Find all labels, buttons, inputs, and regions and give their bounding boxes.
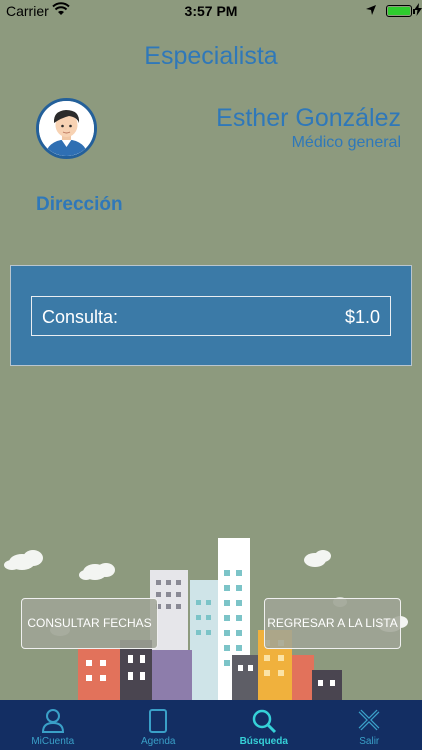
user-icon (41, 709, 64, 733)
location-arrow-icon (365, 3, 377, 19)
close-x-icon (358, 709, 380, 731)
battery-icon (386, 5, 412, 17)
consult-dates-button[interactable]: CONSULTAR FECHAS (21, 598, 158, 649)
search-icon (252, 709, 276, 734)
back-to-list-button[interactable]: REGRESAR A LA LISTA (264, 598, 401, 649)
tab-agenda[interactable]: Agenda (106, 700, 212, 750)
tab-bar: MiCuenta Agenda Búsqueda Salir (0, 700, 422, 750)
price-panel: Consulta: $1.0 (10, 265, 412, 366)
page-title: Especialista (144, 42, 278, 70)
tablet-icon (149, 709, 168, 733)
charging-bolt-icon (414, 3, 422, 19)
tab-busqueda[interactable]: Búsqueda (211, 700, 317, 750)
status-time: 3:57 PM (184, 3, 238, 19)
address-label: Dirección (36, 194, 123, 215)
tab-label-busqueda: Búsqueda (239, 736, 288, 747)
tab-label-salir: Salir (359, 736, 380, 747)
tab-salir[interactable]: Salir (317, 700, 422, 750)
avatar-person-icon (39, 101, 94, 156)
doctor-name: Esther González (216, 104, 401, 132)
consultation-label: Consulta: (42, 307, 119, 327)
tab-micuenta[interactable]: MiCuenta (0, 700, 106, 750)
consultation-price-row: Consulta: $1.0 (31, 296, 391, 336)
doctor-specialty: Médico general (291, 134, 401, 151)
tab-label-micuenta: MiCuenta (31, 736, 75, 747)
status-bar: Carrier 3:57 PM (0, 0, 422, 22)
tab-label-agenda: Agenda (141, 736, 176, 747)
doctor-avatar (36, 98, 97, 159)
consultation-price: $1.0 (344, 307, 380, 327)
